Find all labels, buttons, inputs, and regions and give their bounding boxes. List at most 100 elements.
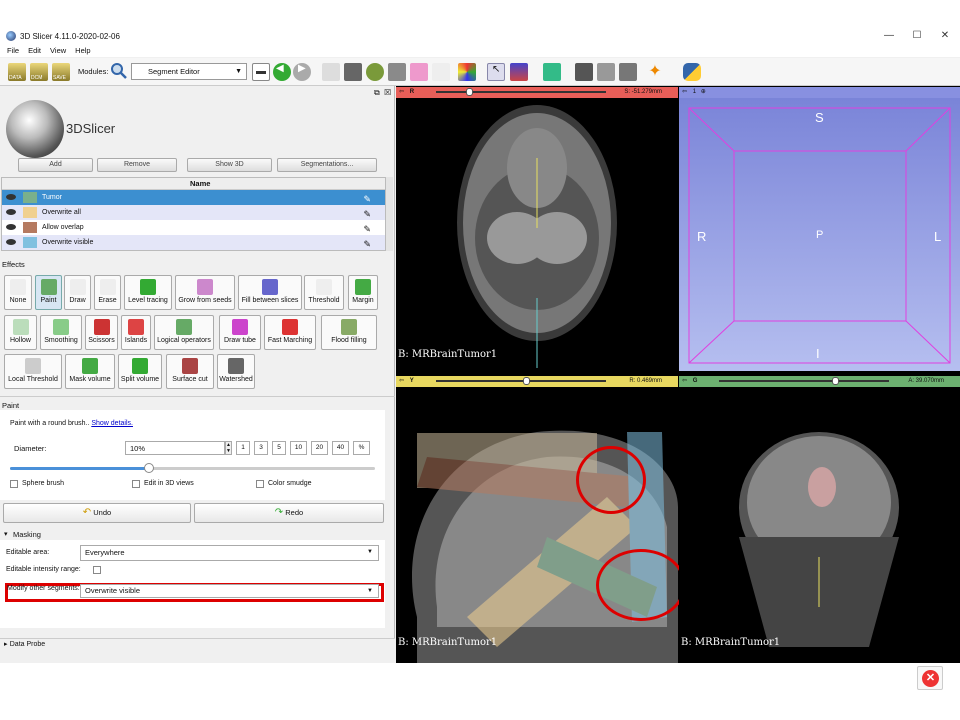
effect-islands-button[interactable]: Islands [121, 315, 151, 350]
effect-threshold-button[interactable]: Threshold [304, 275, 344, 310]
screenshot-icon[interactable] [575, 63, 593, 81]
intensity-range-checkbox[interactable] [93, 566, 101, 574]
effect-logical-operators-button[interactable]: Logical operators [154, 315, 214, 350]
yellow-slice-view[interactable] [397, 387, 678, 663]
effect-surface-cut-button[interactable]: Surface cut [166, 354, 214, 389]
effect-level-tracing-button[interactable]: Level tracing [124, 275, 172, 310]
sphere-brush-checkbox[interactable] [10, 480, 18, 488]
red-slice-view[interactable] [397, 98, 678, 371]
data-module-icon[interactable] [322, 63, 340, 81]
brush-size-button[interactable]: % [353, 441, 370, 455]
segmentations-button[interactable]: Segmentations... [277, 158, 377, 172]
pointer-mode-icon[interactable]: ↖ [487, 63, 505, 81]
green-slice-slider[interactable] [719, 380, 889, 382]
scene-restore-icon[interactable] [619, 63, 637, 81]
table-scrollbar[interactable] [386, 177, 393, 251]
editable-area-select[interactable]: Everywhere ▼ [80, 545, 379, 561]
dicom-icon[interactable]: DCM [30, 63, 48, 81]
visibility-eye-icon[interactable] [6, 224, 16, 230]
brush-size-button[interactable]: 10 [290, 441, 307, 455]
pin-icon[interactable]: ⇦ [682, 89, 687, 95]
brush-size-button[interactable]: 40 [332, 441, 349, 455]
effect-draw-tube-button[interactable]: Draw tube [219, 315, 261, 350]
close-window-button[interactable]: ✕ [930, 27, 960, 45]
threed-view[interactable]: S R P L I [679, 98, 960, 371]
effect-smoothing-button[interactable]: Smoothing [40, 315, 82, 350]
green-slider-handle[interactable] [832, 377, 839, 385]
undock-icon[interactable]: ⧉ [374, 88, 380, 98]
yellow-view-controller[interactable]: ⇦ Y R: 0.469mm [396, 376, 678, 387]
forward-arrow-icon[interactable]: ▶ [293, 63, 311, 81]
green-slice-view[interactable] [679, 387, 960, 663]
effect-scissors-button[interactable]: Scissors [85, 315, 118, 350]
brush-size-button[interactable]: 3 [254, 441, 268, 455]
effect-erase-button[interactable]: Erase [94, 275, 121, 310]
modify-other-segments-select[interactable]: Overwrite visible ▼ [80, 584, 379, 598]
segment-row[interactable]: Tumor ✎ [2, 190, 385, 205]
crosshair-icon[interactable]: ✦ [646, 63, 664, 81]
effect-local-threshold-button[interactable]: Local Threshold [4, 354, 62, 389]
add-segment-button[interactable]: Add [18, 158, 93, 172]
red-slider-handle[interactable] [466, 88, 473, 96]
brush-size-button[interactable]: 5 [272, 441, 286, 455]
yellow-slice-slider[interactable] [436, 380, 606, 382]
close-panel-icon[interactable]: ☒ [384, 88, 391, 97]
module-selector[interactable]: Segment Editor ▼ [131, 63, 247, 80]
effect-draw-button[interactable]: Draw [64, 275, 91, 310]
diameter-spinner[interactable]: ▲ ▼ [225, 441, 232, 455]
diameter-input[interactable]: 10% [125, 441, 225, 455]
edit-pencil-icon[interactable]: ✎ [363, 237, 371, 252]
brush-size-button[interactable]: 1 [236, 441, 250, 455]
effect-none-button[interactable]: None [4, 275, 32, 310]
masking-collapse-icon[interactable]: ▾ [4, 530, 8, 538]
transforms-module-icon[interactable] [388, 63, 406, 81]
visibility-eye-icon[interactable] [6, 239, 16, 245]
visibility-eye-icon[interactable] [6, 209, 16, 215]
brush-size-button[interactable]: 20 [311, 441, 328, 455]
menu-edit[interactable]: Edit [28, 45, 41, 57]
python-console-icon[interactable] [683, 63, 701, 81]
maximize-button[interactable]: ☐ [902, 27, 932, 45]
segment-row[interactable]: Overwrite visible ✎ [2, 235, 385, 250]
visibility-eye-icon[interactable] [6, 194, 16, 200]
place-fiducial-icon[interactable] [510, 63, 528, 81]
menu-view[interactable]: View [50, 45, 66, 57]
effect-mask-volume-button[interactable]: Mask volume [65, 354, 115, 389]
effect-watershed-button[interactable]: Watershed [217, 354, 255, 389]
scene-view-icon[interactable] [597, 63, 615, 81]
remove-segment-button[interactable]: Remove [97, 158, 177, 172]
effect-fill-between-slices-button[interactable]: Fill between slices [238, 275, 302, 310]
diameter-slider-handle[interactable] [143, 463, 154, 473]
data-probe-bar[interactable]: ▸ Data Probe [0, 638, 395, 651]
segment-row[interactable]: Allow overlap ✎ [2, 220, 385, 235]
save-icon[interactable]: SAVE [52, 63, 70, 81]
menu-file[interactable]: File [7, 45, 19, 57]
segment-color-swatch[interactable] [23, 207, 37, 218]
segment-color-swatch[interactable] [23, 237, 37, 248]
volumes-module-icon[interactable] [344, 63, 362, 81]
crosshair-arrow-icon[interactable] [543, 63, 561, 81]
redo-button[interactable]: ↷ Redo [194, 503, 384, 523]
effect-margin-button[interactable]: Margin [348, 275, 378, 310]
pin-icon[interactable]: ⇦ [682, 378, 687, 384]
segment-row[interactable]: Overwrite all ✎ [2, 205, 385, 220]
effect-flood-filling-button[interactable]: Flood filling [321, 315, 377, 350]
show-details-link[interactable]: Show details. [91, 420, 133, 427]
effect-split-volume-button[interactable]: Split volume [118, 354, 162, 389]
registration-module-icon[interactable] [432, 63, 450, 81]
threed-view-controller[interactable]: ⇦ 1 ⊕ [679, 87, 960, 98]
back-arrow-icon[interactable]: ◀ [273, 63, 291, 81]
module-panel-toggle-icon[interactable] [252, 63, 270, 81]
color-smudge-checkbox[interactable] [256, 480, 264, 488]
pin-icon[interactable]: ⇦ [399, 89, 404, 95]
models-module-icon[interactable] [366, 63, 384, 81]
effect-grow-from-seeds-button[interactable]: Grow from seeds [175, 275, 235, 310]
edit-3d-checkbox[interactable] [132, 480, 140, 488]
segment-color-swatch[interactable] [23, 192, 37, 203]
undo-button[interactable]: ↶ Undo [3, 503, 191, 523]
minimize-button[interactable]: — [874, 27, 904, 45]
red-view-controller[interactable]: ⇦ R S: -51.279mm [396, 87, 678, 98]
red-slice-slider[interactable] [436, 91, 606, 93]
layout-icon[interactable] [458, 63, 476, 81]
menu-help[interactable]: Help [75, 45, 90, 57]
